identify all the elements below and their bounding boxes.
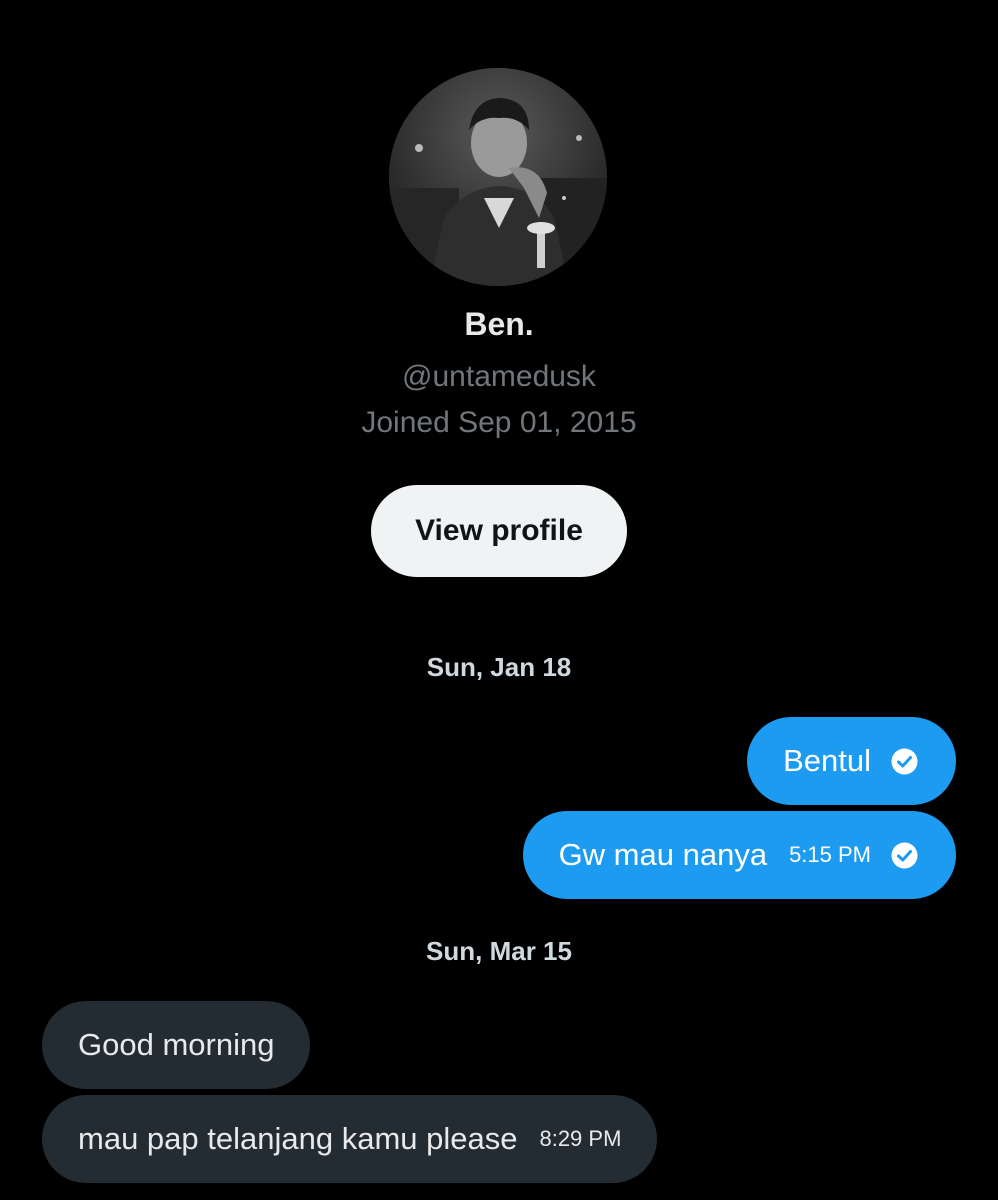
read-check-icon (891, 748, 918, 775)
avatar[interactable] (389, 68, 607, 286)
message-text: mau pap telanjang kamu please (78, 1121, 518, 1156)
message-bubble-outgoing[interactable]: Bentul (747, 717, 956, 805)
message-text: Gw mau nanya (558, 837, 768, 872)
avatar-photo (389, 68, 607, 286)
view-profile-button[interactable]: View profile (371, 485, 627, 577)
message-text: Bentul (783, 743, 871, 778)
joined-date: Joined Sep 01, 2015 (361, 406, 637, 439)
read-check-icon (891, 842, 918, 869)
message-text: Good morning (78, 1027, 275, 1062)
message-bubble-incoming[interactable]: Good morning (42, 1001, 311, 1089)
message-bubble-outgoing[interactable]: Gw mau nanya 5:15 PM (522, 811, 956, 899)
message-bubble-incoming[interactable]: mau pap telanjang kamu please 8:29 PM (42, 1095, 658, 1183)
profile-handle: @untamedusk (402, 360, 596, 393)
date-separator: Sun, Mar 15 (426, 936, 572, 966)
date-separator: Sun, Jan 18 (426, 652, 572, 682)
message-timestamp: 5:15 PM (789, 842, 871, 867)
profile-name: Ben. (464, 306, 534, 342)
message-timestamp: 8:29 PM (539, 1126, 622, 1151)
